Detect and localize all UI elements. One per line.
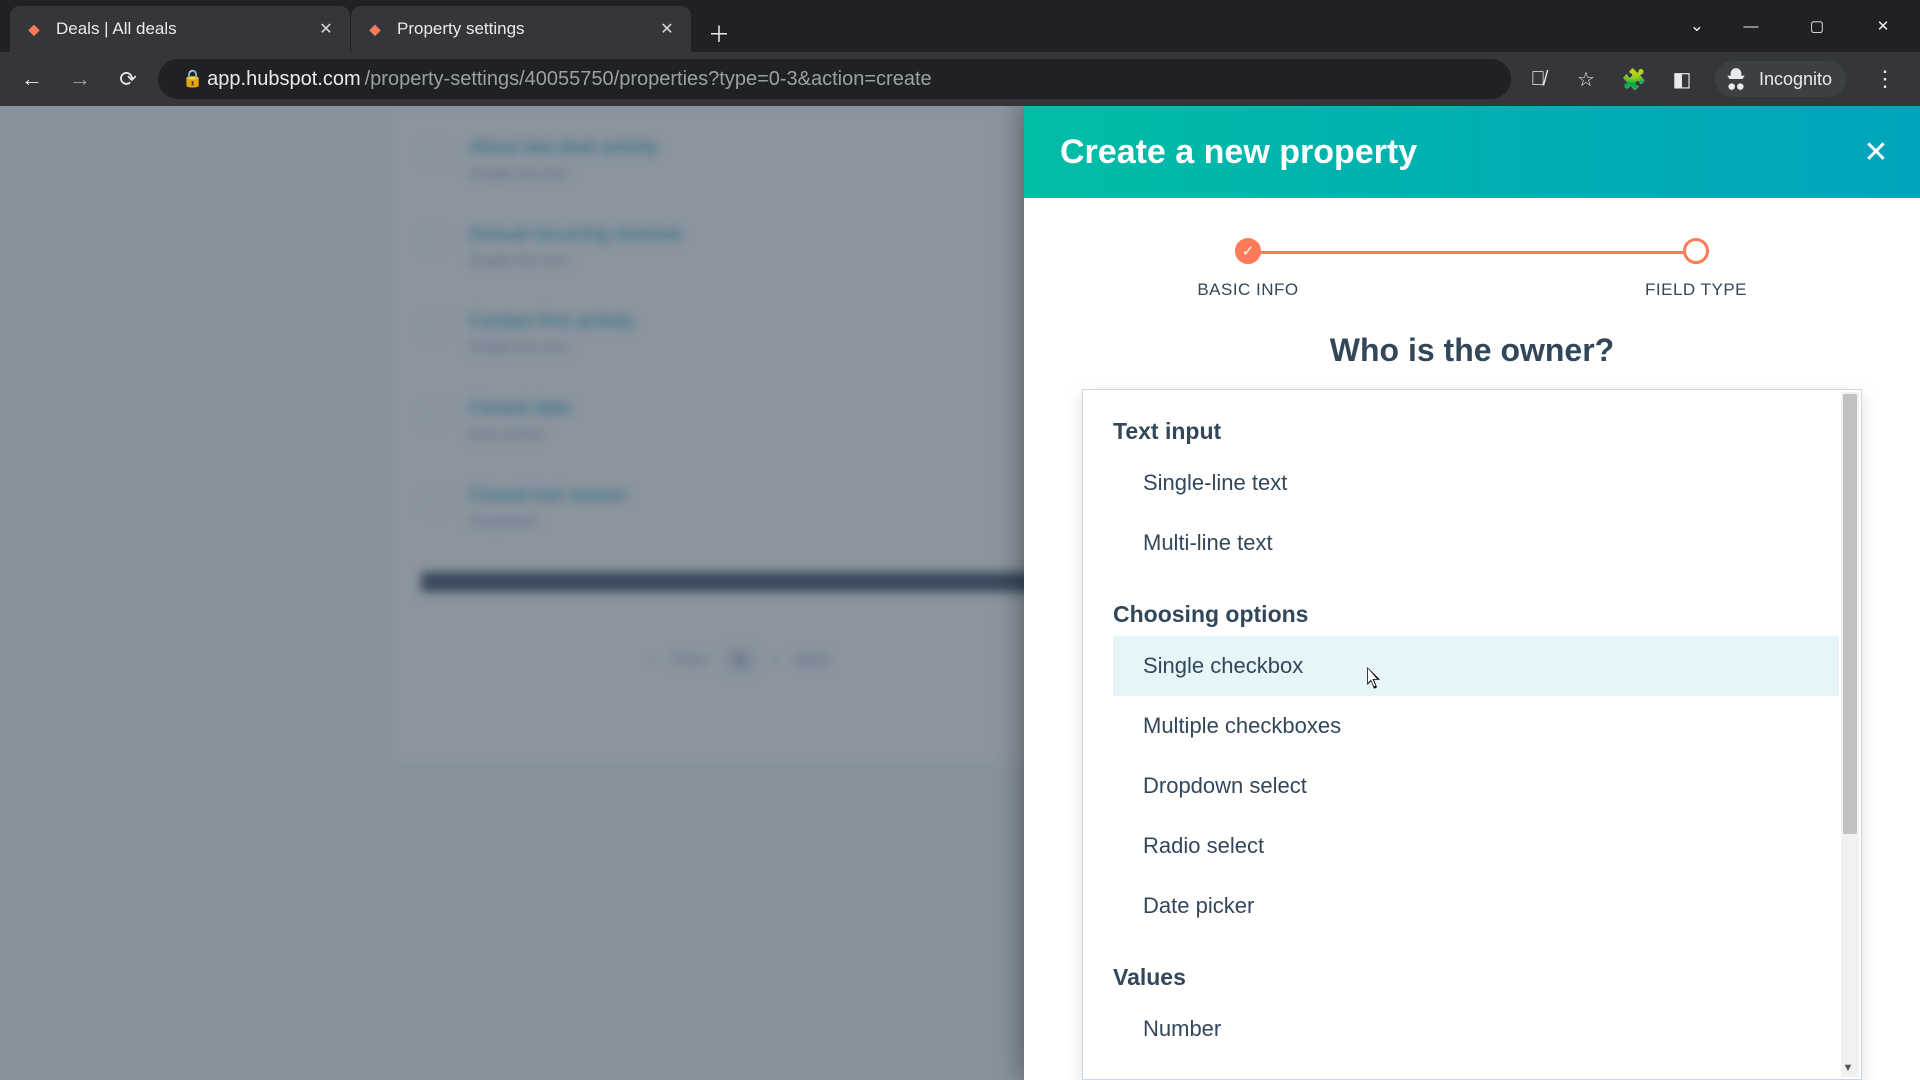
- page-viewport: About last deal activitySingle-line text…: [0, 106, 1920, 1080]
- step-circle-done: ✓: [1235, 238, 1261, 264]
- close-icon[interactable]: ✕: [657, 19, 677, 39]
- toolbar-icons: 👁̸ ☆ 🧩 ◧ Incognito ⋮: [1523, 61, 1906, 97]
- dropdown-item[interactable]: Calculation: [1113, 1059, 1839, 1079]
- dropdown-item[interactable]: Single checkbox: [1113, 636, 1839, 696]
- tab-deals[interactable]: ◆ Deals | All deals ✕: [10, 6, 350, 52]
- create-property-panel: Create a new property ✕ ✓ BASIC INFO FIE…: [1024, 106, 1920, 1080]
- step-field-type[interactable]: FIELD TYPE: [1472, 238, 1920, 300]
- dropdown-item[interactable]: Multi-line text: [1113, 513, 1839, 573]
- step-circle-current: [1683, 238, 1709, 264]
- nav-back-button[interactable]: ←: [14, 61, 50, 97]
- tab-property-settings[interactable]: ◆ Property settings ✕: [351, 6, 691, 52]
- url-field[interactable]: 🔒 app.hubspot.com/property-settings/4005…: [158, 59, 1511, 99]
- reload-button[interactable]: ⟳: [110, 61, 146, 97]
- lock-icon: 🔒: [182, 69, 203, 89]
- dropdown-item[interactable]: Radio select: [1113, 816, 1839, 876]
- eye-off-icon[interactable]: 👁̸: [1523, 68, 1553, 91]
- minimize-button[interactable]: —: [1722, 4, 1780, 48]
- url-path: /property-settings/40055750/properties?t…: [365, 68, 932, 91]
- chevron-down-icon[interactable]: ⌄: [1690, 16, 1704, 36]
- close-window-button[interactable]: ✕: [1854, 4, 1912, 48]
- dropdown-item[interactable]: Number: [1113, 999, 1839, 1059]
- window-controls: ⌄ — ▢ ✕: [1690, 4, 1920, 48]
- dropdown-group-title: Choosing options: [1113, 593, 1839, 636]
- browser-window: ◆ Deals | All deals ✕ ◆ Property setting…: [0, 0, 1920, 1080]
- step-basic-info[interactable]: ✓ BASIC INFO: [1024, 238, 1472, 300]
- panel-header: Create a new property ✕: [1024, 106, 1920, 198]
- tab-strip: ◆ Deals | All deals ✕ ◆ Property setting…: [0, 0, 1690, 52]
- dropdown-item[interactable]: Dropdown select: [1113, 756, 1839, 816]
- stepper: ✓ BASIC INFO FIELD TYPE: [1024, 198, 1920, 310]
- url-host: app.hubspot.com: [207, 68, 360, 91]
- nav-forward-button[interactable]: →: [62, 61, 98, 97]
- incognito-label: Incognito: [1759, 69, 1832, 90]
- extensions-icon[interactable]: 🧩: [1619, 67, 1649, 92]
- dropdown-item[interactable]: Date picker: [1113, 876, 1839, 936]
- incognito-badge[interactable]: Incognito: [1715, 61, 1846, 97]
- kebab-menu-icon[interactable]: ⋮: [1864, 66, 1906, 92]
- scrollbar-thumb[interactable]: [1843, 394, 1857, 834]
- dropdown-list[interactable]: Text inputSingle-line textMulti-line tex…: [1083, 390, 1839, 1079]
- dropdown-item[interactable]: Single-line text: [1113, 453, 1839, 513]
- panel-title: Create a new property: [1060, 133, 1417, 172]
- incognito-icon: [1723, 66, 1749, 92]
- address-bar: ← → ⟳ 🔒 app.hubspot.com/property-setting…: [0, 52, 1920, 106]
- hubspot-icon: ◆: [24, 19, 44, 39]
- panel-question: Who is the owner?: [1024, 310, 1920, 389]
- step-label: BASIC INFO: [1197, 280, 1298, 300]
- title-bar: ◆ Deals | All deals ✕ ◆ Property setting…: [0, 0, 1920, 52]
- step-label: FIELD TYPE: [1645, 280, 1747, 300]
- star-icon[interactable]: ☆: [1571, 67, 1601, 92]
- tab-title: Deals | All deals: [56, 19, 304, 39]
- close-panel-button[interactable]: ✕: [1856, 132, 1896, 172]
- dropdown-group-title: Values: [1113, 956, 1839, 999]
- side-panel-icon[interactable]: ◧: [1667, 67, 1697, 92]
- dropdown-item[interactable]: Multiple checkboxes: [1113, 696, 1839, 756]
- close-icon[interactable]: ✕: [316, 19, 336, 39]
- hubspot-icon: ◆: [365, 19, 385, 39]
- scrollbar-track[interactable]: ▲ ▼: [1841, 392, 1859, 1077]
- tab-title: Property settings: [397, 19, 645, 39]
- dropdown-group-title: Text input: [1113, 410, 1839, 453]
- new-tab-button[interactable]: ＋: [700, 14, 738, 52]
- maximize-button[interactable]: ▢: [1788, 4, 1846, 48]
- field-type-dropdown: Text inputSingle-line textMulti-line tex…: [1082, 389, 1862, 1080]
- scroll-down-icon[interactable]: ▼: [1839, 1059, 1857, 1077]
